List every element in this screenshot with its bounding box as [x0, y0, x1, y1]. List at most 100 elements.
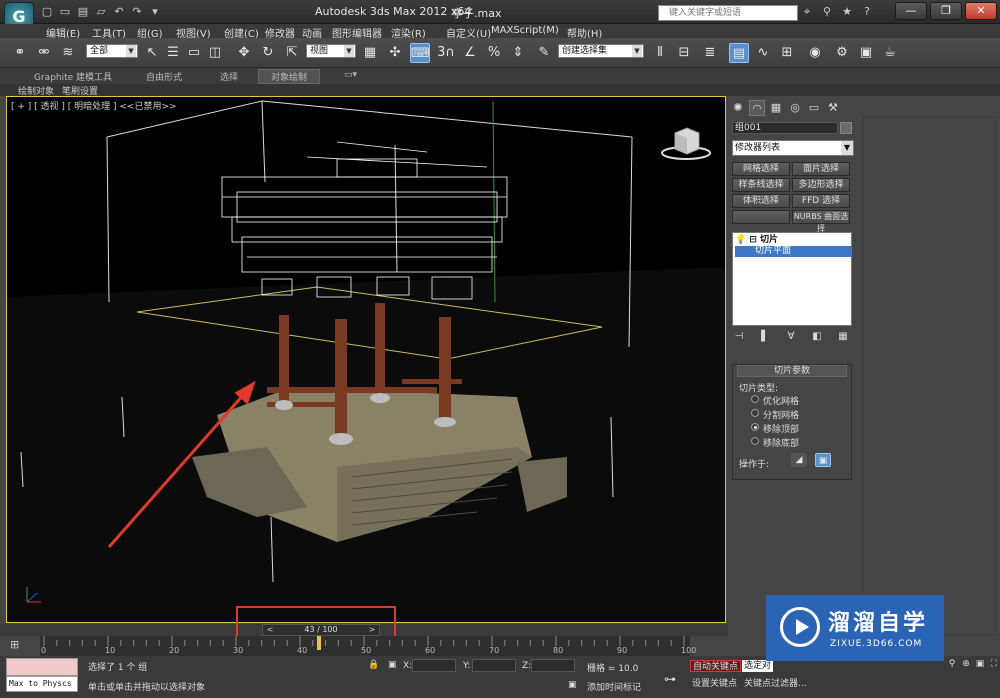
- stack-tool-icon[interactable]: ⊣: [732, 330, 746, 344]
- select-icon[interactable]: ↖: [142, 43, 162, 63]
- add-time-tag[interactable]: 添加时间标记: [587, 680, 641, 693]
- modifier-stack[interactable]: 💡 ⊟ 切片 切片平面: [732, 232, 852, 326]
- radio-remove-top[interactable]: [751, 423, 759, 431]
- graphite-toggle-icon[interactable]: ▤: [729, 43, 749, 63]
- set-key-icon[interactable]: ⊶: [664, 672, 676, 686]
- object-color-swatch[interactable]: [840, 122, 852, 134]
- perspective-viewport[interactable]: [ + ] [ 透视 ] [ 明暗处理 ] <<已禁用>>: [6, 96, 726, 623]
- stack-tool-icon[interactable]: ▦: [836, 330, 850, 344]
- command-tab-icon[interactable]: ✺: [730, 100, 746, 116]
- operate-polys-button[interactable]: ▣: [815, 453, 831, 467]
- stack-item-slice[interactable]: 💡 ⊟ 切片: [735, 235, 851, 246]
- edit-named-sel-icon[interactable]: ✎: [534, 43, 554, 63]
- close-button[interactable]: ✕: [965, 2, 997, 20]
- mirror-icon[interactable]: ⫴: [650, 43, 670, 63]
- maximize-viewport-icon[interactable]: ⛶: [988, 658, 1000, 670]
- zoom-extents-icon[interactable]: ▣: [974, 658, 986, 670]
- bulb-icon[interactable]: 💡 ⊟: [735, 235, 760, 245]
- stack-tool-icon[interactable]: ∀: [784, 330, 798, 344]
- time-cursor[interactable]: [317, 636, 322, 650]
- empty-mod-button[interactable]: [732, 210, 790, 224]
- search-input[interactable]: 键入关键字或短语: [658, 5, 798, 21]
- angle-snap-icon[interactable]: ∠: [460, 43, 480, 63]
- maximize-button[interactable]: ❐: [930, 2, 962, 20]
- pivot-icon[interactable]: ▦: [360, 43, 380, 63]
- quick-access-icon[interactable]: ↶: [112, 5, 126, 19]
- command-tab-icon[interactable]: ▭: [806, 100, 822, 116]
- keyboard-shortcut-icon[interactable]: ⌨: [410, 43, 430, 63]
- unlink-icon[interactable]: ⚮: [34, 43, 54, 63]
- quick-access-icon[interactable]: ▢: [40, 5, 54, 19]
- quick-access-icon[interactable]: ▾: [148, 5, 162, 19]
- command-tab-icon[interactable]: ◎: [787, 100, 803, 116]
- stack-item-slice-plane[interactable]: 切片平面: [735, 246, 851, 257]
- title-tool-icon[interactable]: ⚲: [820, 5, 834, 19]
- stack-tool-icon[interactable]: ◧: [810, 330, 824, 344]
- named-selection-dropdown[interactable]: 创建选择集 ▼: [558, 44, 644, 58]
- schematic-icon[interactable]: ⊞: [777, 43, 797, 63]
- key-filters-button[interactable]: 关键点过滤器...: [742, 678, 809, 690]
- window-crossing-icon[interactable]: ◫: [205, 43, 225, 63]
- radio-split-mesh[interactable]: [751, 409, 759, 417]
- zoom-icon[interactable]: ⚲: [946, 658, 958, 670]
- link-icon[interactable]: ⚭: [10, 43, 30, 63]
- ribbon-options-icon[interactable]: ▭▾: [344, 70, 357, 80]
- rollout-title[interactable]: 切片参数: [737, 365, 847, 377]
- scale-icon[interactable]: ⇱: [282, 43, 302, 63]
- command-tab-icon[interactable]: ⚒: [825, 100, 841, 116]
- rotate-icon[interactable]: ↻: [258, 43, 278, 63]
- tab-freeform[interactable]: 自由形式: [146, 70, 182, 83]
- zoom-all-icon[interactable]: ⊕: [960, 658, 972, 670]
- layer-manager-icon[interactable]: ≣: [700, 43, 720, 63]
- quick-access-icon[interactable]: ▭: [58, 5, 72, 19]
- menu-item[interactable]: MAXScript(M): [491, 25, 559, 36]
- render-frame-icon[interactable]: ▣: [856, 43, 876, 63]
- title-tool-icon[interactable]: ⌖: [800, 5, 814, 19]
- command-tab-icon[interactable]: ◠: [749, 100, 765, 116]
- quick-access-icon[interactable]: ▤: [76, 5, 90, 19]
- add-time-tag-icon[interactable]: ▣: [568, 680, 577, 690]
- radio-refine-mesh[interactable]: [751, 395, 759, 403]
- select-by-name-icon[interactable]: ☰: [163, 43, 183, 63]
- operate-faces-button[interactable]: ◢: [791, 453, 807, 467]
- mini-curve-editor-icon[interactable]: ⊞: [10, 638, 32, 654]
- select-manipulate-icon[interactable]: ✣: [385, 43, 405, 63]
- maxscript-mini-listener[interactable]: Max to Physcs (: [6, 676, 78, 692]
- rect-region-icon[interactable]: ▭: [184, 43, 204, 63]
- title-tool-icon[interactable]: ★: [840, 5, 854, 19]
- render-setup-icon[interactable]: ⚙: [832, 43, 852, 63]
- spinner-snap-icon[interactable]: ⇕: [508, 43, 528, 63]
- object-name-field[interactable]: 组001: [732, 122, 838, 134]
- z-coord-field[interactable]: [531, 659, 575, 672]
- minimize-button[interactable]: —: [895, 2, 927, 20]
- modifier-list-dropdown[interactable]: 修改器列表 ▼: [732, 140, 854, 156]
- set-key-button[interactable]: 设置关键点: [690, 678, 739, 690]
- maxscript-listener[interactable]: [6, 658, 78, 676]
- curve-editor-icon[interactable]: ∿: [753, 43, 773, 63]
- radio-remove-bottom[interactable]: [751, 437, 759, 445]
- absolute-mode-icon[interactable]: ▣: [388, 660, 397, 670]
- poly-select-button[interactable]: 多边形选择: [792, 178, 850, 192]
- lock-icon[interactable]: 🔒: [368, 660, 379, 670]
- viewcube-icon[interactable]: [659, 123, 713, 163]
- title-tool-icon[interactable]: ?: [860, 5, 874, 19]
- track-bar[interactable]: 0 10 20 30 40 50 60 70 80 90 100: [40, 636, 696, 656]
- command-tab-icon[interactable]: ▦: [768, 100, 784, 116]
- tab-selection[interactable]: 选择: [220, 70, 238, 83]
- snap-3-icon[interactable]: 3∩: [436, 43, 456, 63]
- ffd-select-button[interactable]: FFD 选择: [792, 194, 850, 208]
- quick-access-icon[interactable]: ↷: [130, 5, 144, 19]
- volume-select-button[interactable]: 体积选择: [732, 194, 790, 208]
- stack-tool-icon[interactable]: ▌: [758, 330, 772, 344]
- tab-graphite-modeling[interactable]: Graphite 建模工具: [34, 70, 112, 83]
- selected-dropdown[interactable]: 选定对: [742, 660, 774, 672]
- percent-snap-icon[interactable]: %: [484, 43, 504, 63]
- move-icon[interactable]: ✥: [234, 43, 254, 63]
- mesh-select-button[interactable]: 网格选择: [732, 162, 790, 176]
- align-icon[interactable]: ⊟: [674, 43, 694, 63]
- auto-key-button[interactable]: 自动关键点: [690, 660, 742, 672]
- tab-object-paint[interactable]: 对象绘制: [258, 69, 321, 84]
- selection-filter-dropdown[interactable]: 全部 ▼: [86, 44, 138, 58]
- y-coord-field[interactable]: [472, 659, 516, 672]
- nurbs-select-button[interactable]: NURBS 曲面选择: [792, 210, 850, 233]
